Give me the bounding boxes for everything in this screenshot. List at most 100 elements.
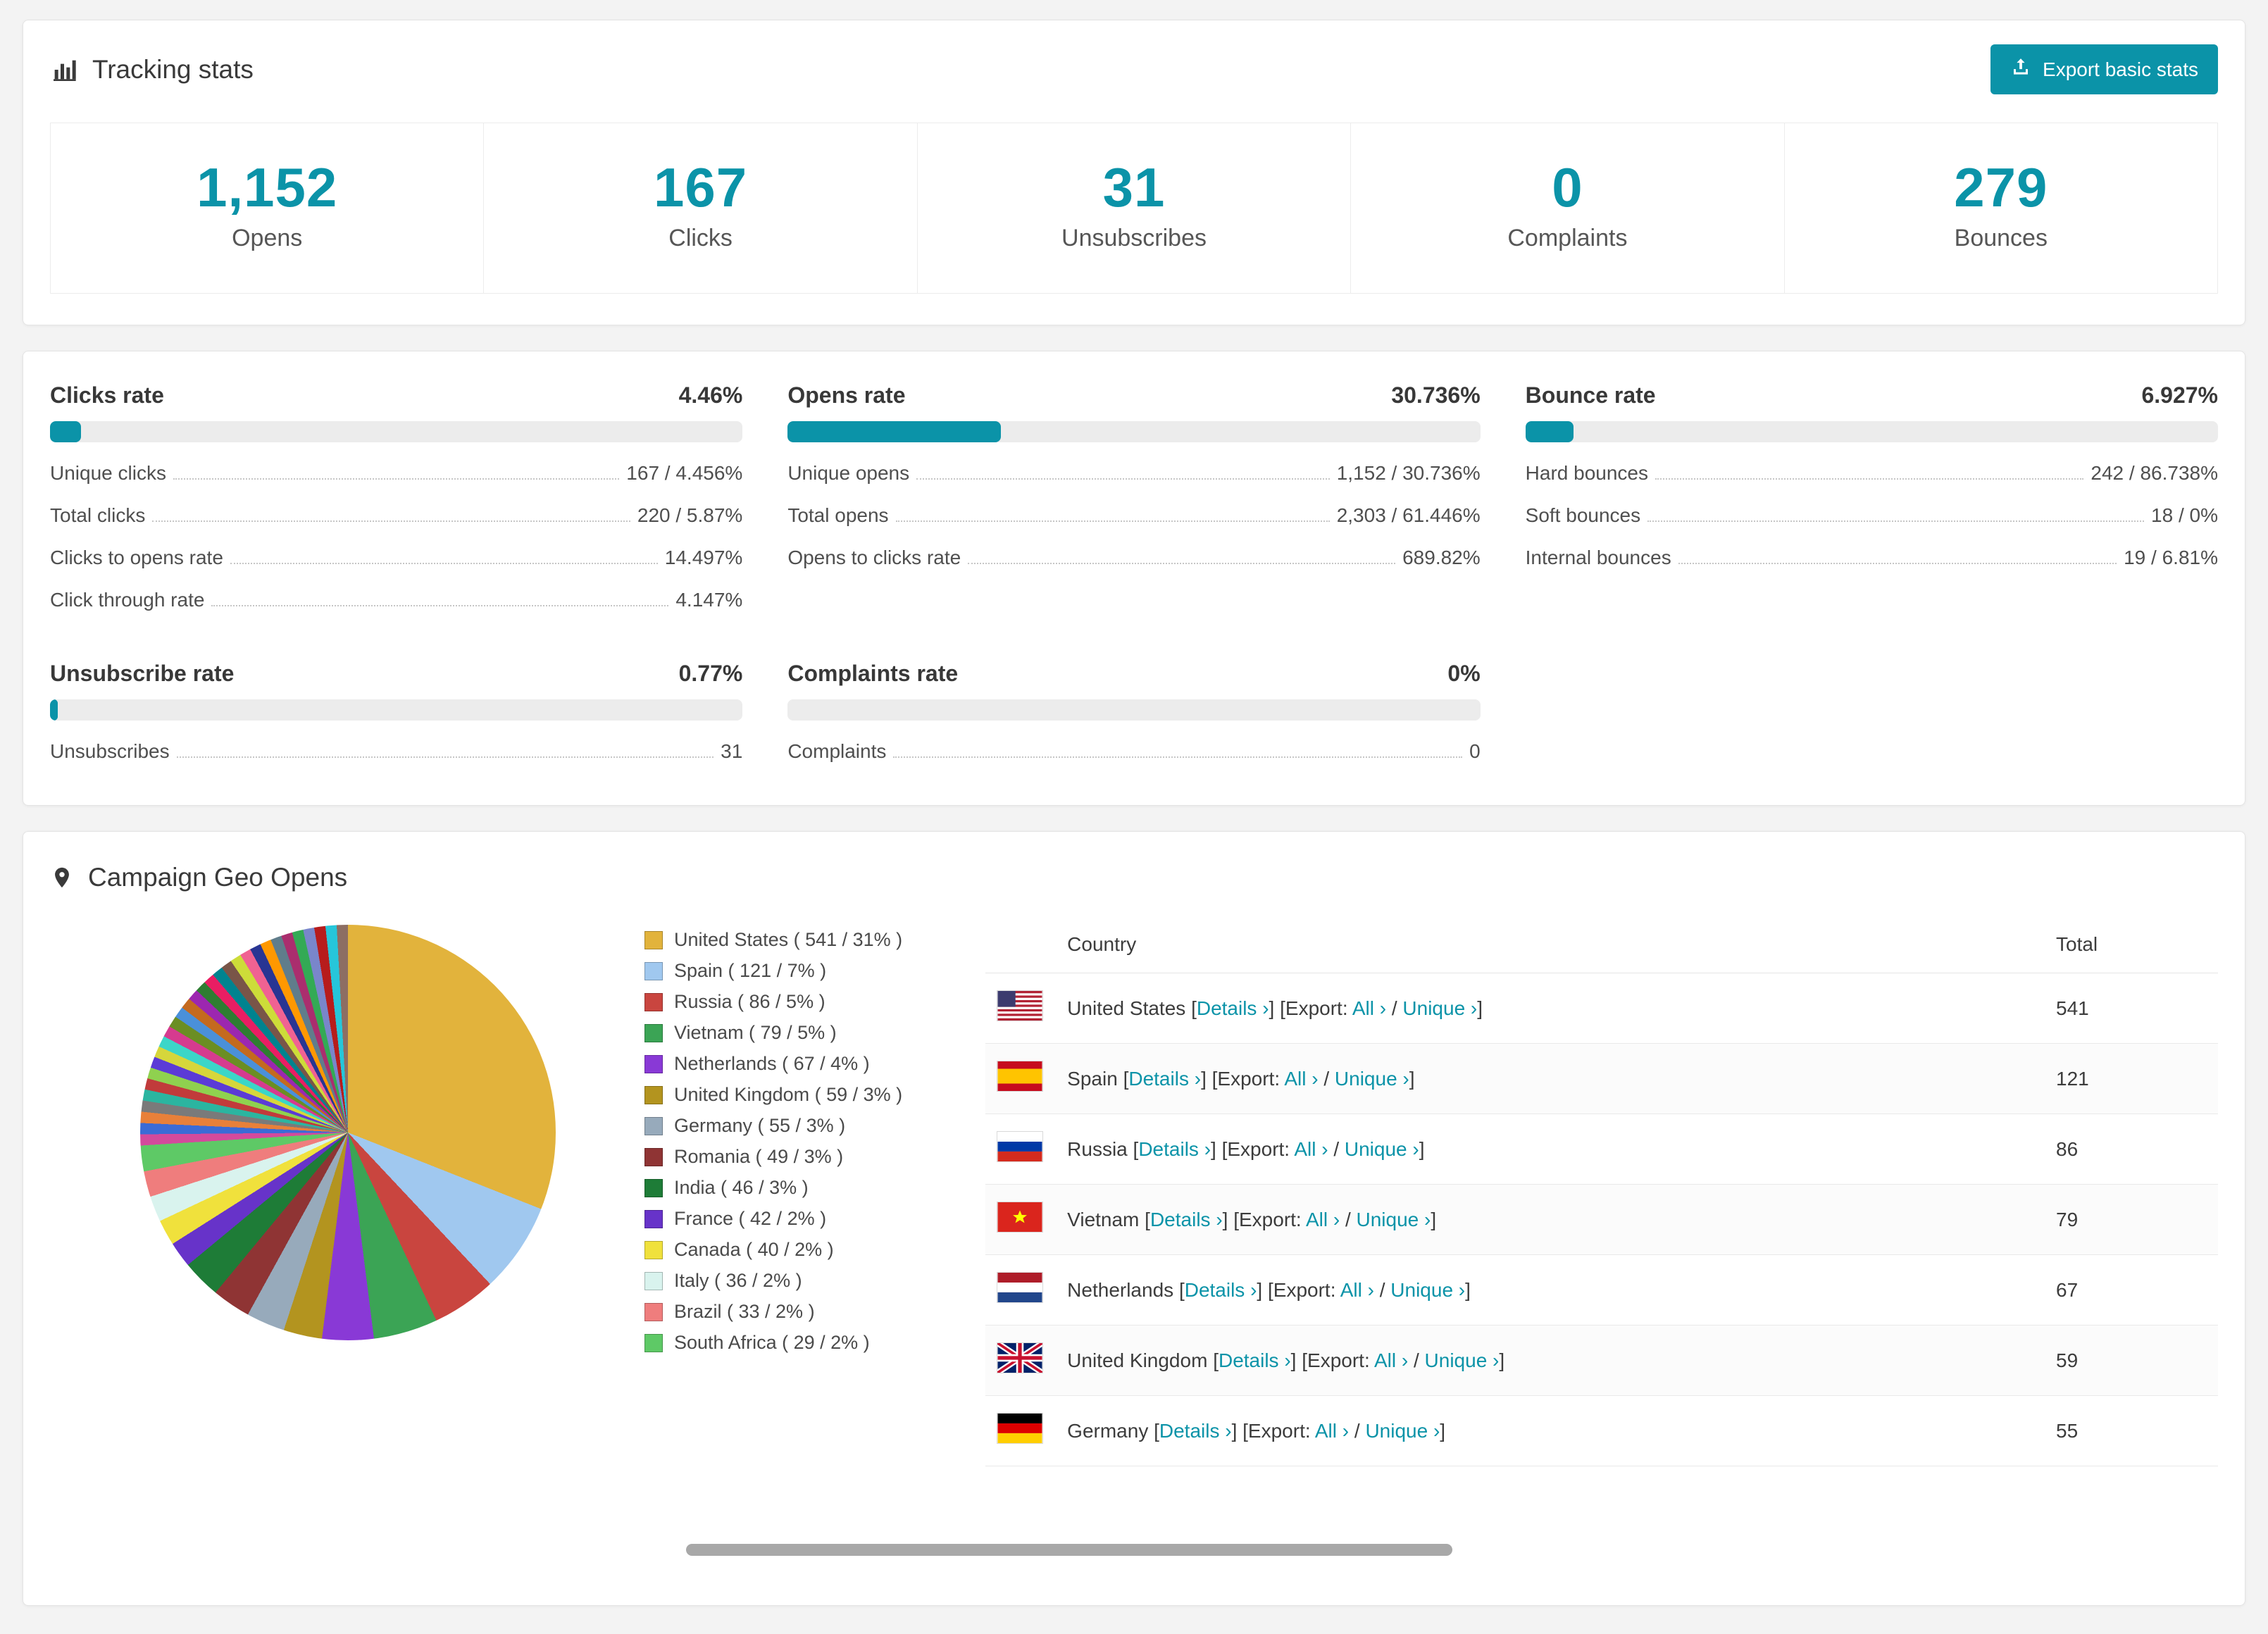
- detail-value: 19 / 6.81%: [2124, 547, 2218, 568]
- dotted-leader: [211, 605, 669, 606]
- rate-title: Clicks rate: [50, 382, 164, 408]
- export-all-link[interactable]: All ›: [1352, 997, 1386, 1019]
- stat-value: 31: [1102, 156, 1166, 218]
- horizontal-scrollbar-thumb[interactable]: [686, 1544, 1452, 1556]
- legend-swatch: [644, 961, 663, 980]
- dotted-leader: [1655, 478, 2084, 480]
- detail-value: 14.497%: [664, 547, 743, 568]
- geo-pie-chart: [140, 925, 556, 1340]
- stat-label: Bounces: [1954, 225, 2048, 251]
- export-all-link[interactable]: All ›: [1294, 1138, 1328, 1160]
- flag-spain-icon: [997, 1061, 1044, 1092]
- details-link[interactable]: Details ›: [1150, 1209, 1223, 1230]
- legend-item: Netherlands ( 67 / 4% ): [644, 1053, 902, 1075]
- country-total: 541: [2056, 973, 2218, 1044]
- export-all-link[interactable]: All ›: [1306, 1209, 1340, 1230]
- export-unique-link[interactable]: Unique ›: [1335, 1068, 1409, 1090]
- detail-value: 4.147%: [675, 589, 743, 611]
- country-total: 55: [2056, 1395, 2218, 1466]
- detail-label: Soft bounces: [1525, 504, 1641, 526]
- export-basic-stats-button[interactable]: Export basic stats: [1990, 44, 2218, 94]
- stat-value: 0: [1552, 156, 1583, 218]
- rate-title: Opens rate: [787, 382, 906, 408]
- bracket: ]: [1440, 1419, 1446, 1442]
- legend-swatch: [644, 1147, 663, 1166]
- rate-value: 0.77%: [678, 661, 743, 686]
- detail-value: 31: [721, 740, 743, 762]
- detail-value: 242 / 86.738%: [2091, 462, 2218, 484]
- country-total: 86: [2056, 1114, 2218, 1185]
- details-link[interactable]: Details ›: [1128, 1068, 1201, 1090]
- details-link[interactable]: Details ›: [1197, 997, 1269, 1019]
- details-link[interactable]: Details ›: [1219, 1349, 1291, 1371]
- legend-item: United Kingdom ( 59 / 3% ): [644, 1084, 902, 1106]
- legend-swatch: [644, 1054, 663, 1073]
- stat-label: Opens: [232, 225, 303, 251]
- detail-label: Unique opens: [787, 462, 910, 484]
- dotted-leader: [152, 520, 630, 522]
- country-name: Spain: [1067, 1067, 1118, 1090]
- export-unique-link[interactable]: Unique ›: [1345, 1138, 1419, 1160]
- legend-swatch: [644, 1178, 663, 1197]
- slash: /: [1391, 997, 1397, 1019]
- flag-vietnam-icon: [997, 1202, 1044, 1233]
- bracket: ]: [1222, 1208, 1228, 1230]
- stat-bounces: 279 Bounces: [1785, 123, 2217, 293]
- detail-label: Unique clicks: [50, 462, 166, 484]
- bracket: ]: [1231, 1419, 1238, 1442]
- tracking-stats-card: Tracking stats Export basic stats 1,152 …: [23, 20, 2245, 325]
- bracket: ]: [1465, 1278, 1471, 1301]
- legend-label: Brazil ( 33 / 2% ): [674, 1301, 815, 1322]
- legend-label: Netherlands ( 67 / 4% ): [674, 1053, 870, 1074]
- legend-swatch: [644, 1209, 663, 1228]
- detail-row: Unsubscribes 31: [50, 740, 742, 763]
- detail-row: Internal bounces 19 / 6.81%: [1526, 547, 2218, 569]
- table-row-united-states: United States [Details ›] [Export: All ›…: [985, 973, 2218, 1044]
- export-unique-link[interactable]: Unique ›: [1402, 997, 1477, 1019]
- details-link[interactable]: Details ›: [1185, 1279, 1257, 1301]
- dotted-leader: [173, 478, 620, 480]
- detail-row: Total opens 2,303 / 61.446%: [787, 504, 1480, 527]
- export-all-link[interactable]: All ›: [1284, 1068, 1318, 1090]
- export-label: [Export:: [1211, 1067, 1281, 1090]
- rate-title: Complaints rate: [787, 661, 959, 686]
- export-label: [Export:: [1267, 1278, 1336, 1301]
- details-link[interactable]: Details ›: [1159, 1420, 1232, 1442]
- export-all-link[interactable]: All ›: [1374, 1349, 1408, 1371]
- bracket: ]: [1419, 1137, 1425, 1160]
- legend-item: India ( 46 / 3% ): [644, 1177, 902, 1199]
- detail-row: Hard bounces 242 / 86.738%: [1526, 462, 2218, 485]
- details-link[interactable]: Details ›: [1138, 1138, 1211, 1160]
- legend-swatch: [644, 1116, 663, 1135]
- country-name: Russia: [1067, 1137, 1128, 1160]
- stat-label: Unsubscribes: [1061, 225, 1207, 251]
- legend-item: Vietnam ( 79 / 5% ): [644, 1022, 902, 1044]
- detail-label: Click through rate: [50, 589, 205, 611]
- legend-item: Canada ( 40 / 2% ): [644, 1239, 902, 1261]
- legend-label: South Africa ( 29 / 2% ): [674, 1332, 870, 1353]
- legend-label: Russia ( 86 / 5% ): [674, 991, 825, 1012]
- export-unique-link[interactable]: Unique ›: [1390, 1279, 1465, 1301]
- progress-fill: [50, 699, 58, 721]
- table-row-germany: Germany [Details ›] [Export: All › / Uni…: [985, 1395, 2218, 1466]
- export-all-link[interactable]: All ›: [1340, 1279, 1374, 1301]
- table-row-spain: Spain [Details ›] [Export: All › / Uniqu…: [985, 1043, 2218, 1114]
- legend-swatch: [644, 1271, 663, 1290]
- rate-value: 4.46%: [678, 382, 743, 408]
- detail-label: Clicks to opens rate: [50, 547, 223, 568]
- export-all-link[interactable]: All ›: [1315, 1420, 1349, 1442]
- export-label: [Export:: [1233, 1208, 1302, 1230]
- legend-label: Germany ( 55 / 3% ): [674, 1115, 846, 1136]
- detail-row: Total clicks 220 / 5.87%: [50, 504, 742, 527]
- export-unique-link[interactable]: Unique ›: [1425, 1349, 1500, 1371]
- stats-row: 1,152 Opens 167 Clicks 31 Unsubscribes 0…: [50, 123, 2218, 294]
- export-unique-link[interactable]: Unique ›: [1357, 1209, 1431, 1230]
- bracket: [: [1213, 1349, 1219, 1371]
- export-unique-link[interactable]: Unique ›: [1365, 1420, 1440, 1442]
- country-total: 59: [2056, 1325, 2218, 1396]
- bracket: [: [1178, 1278, 1185, 1301]
- stat-value: 279: [1954, 156, 2048, 218]
- export-button-label: Export basic stats: [2043, 58, 2198, 80]
- bracket: ]: [1211, 1137, 1216, 1160]
- country-total: 67: [2056, 1254, 2218, 1326]
